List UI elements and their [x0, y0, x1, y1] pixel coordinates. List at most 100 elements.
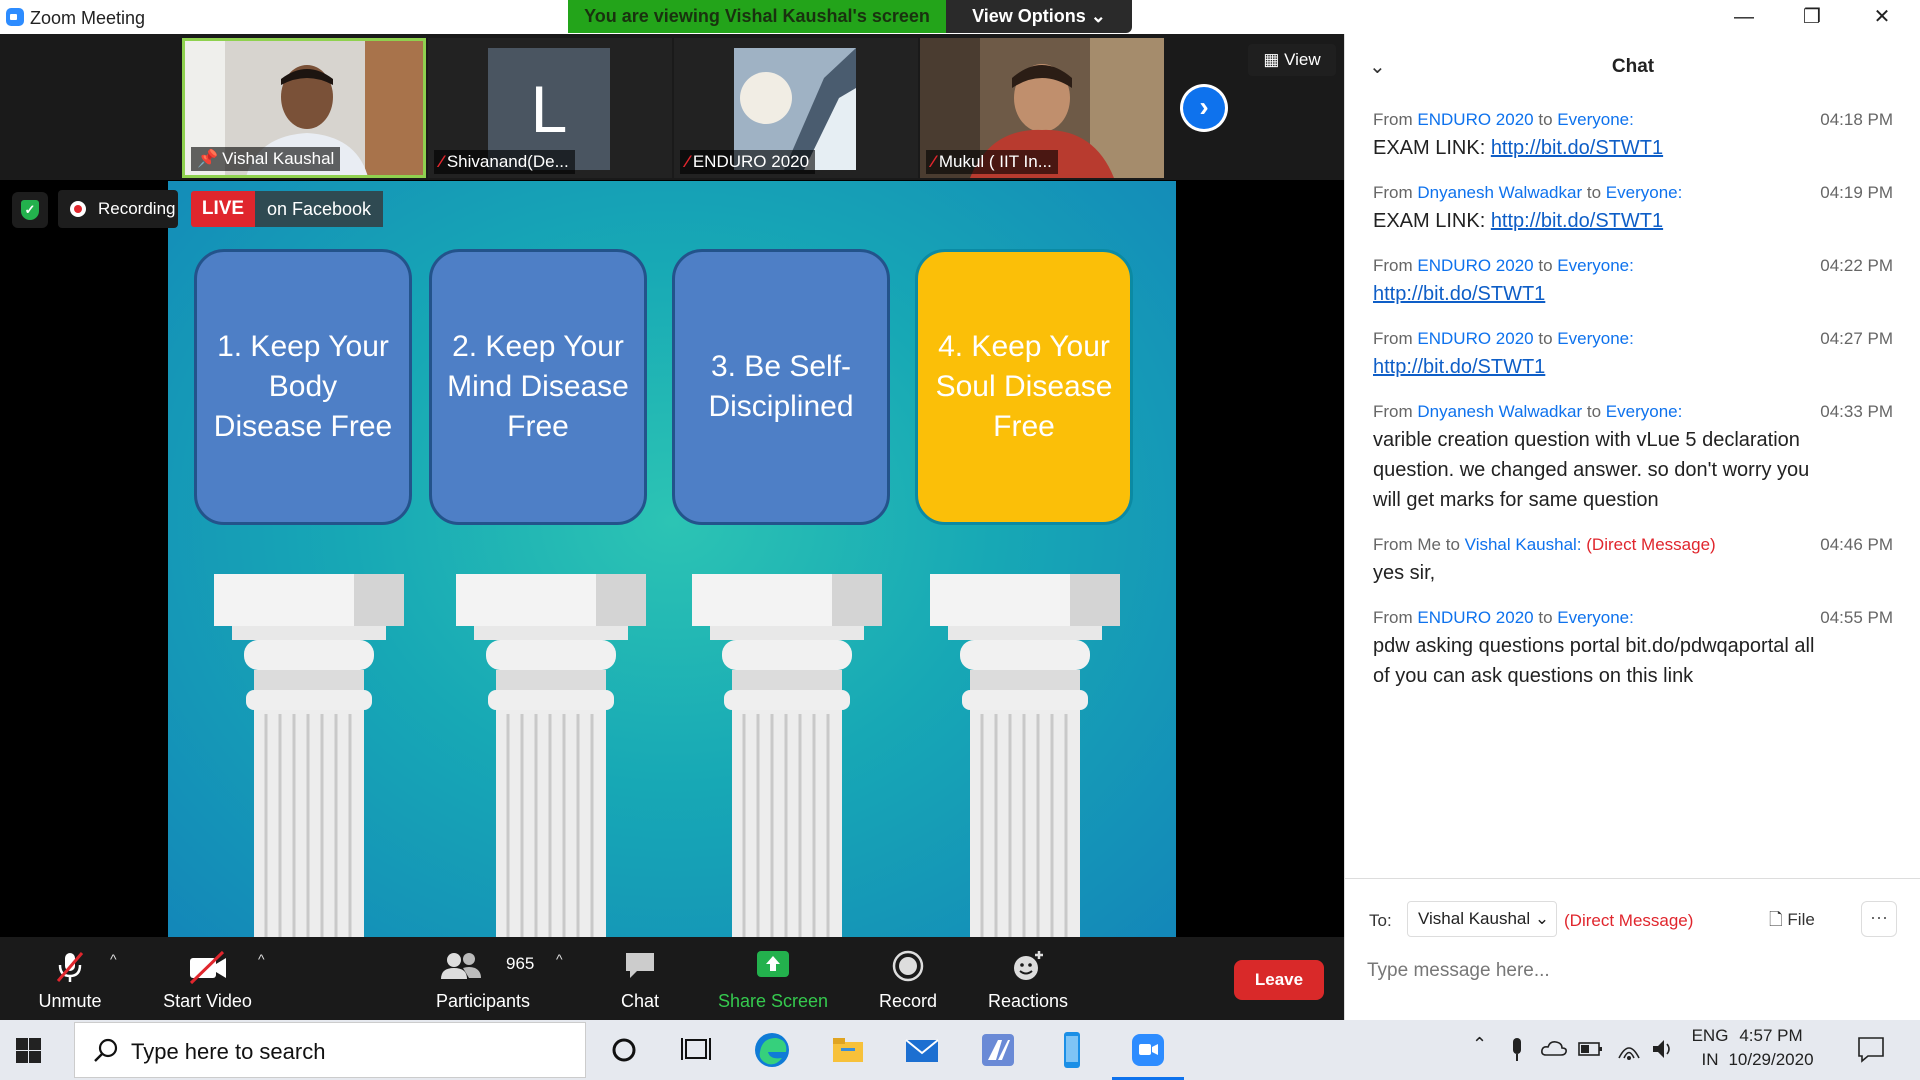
sender-name: Dnyanesh Walwadkar — [1417, 183, 1583, 202]
slide-card: 1. Keep Your Body Disease Free — [194, 249, 412, 525]
recipient-dropdown[interactable]: Vishal Kaushal ⌄ — [1407, 901, 1557, 937]
sender-name: ENDURO 2020 — [1417, 110, 1534, 129]
windows-start-button[interactable] — [14, 1036, 42, 1064]
reactions-icon — [1014, 951, 1043, 980]
message-time: 04:55 PM — [1820, 608, 1893, 627]
participant-name: ⁄ Shivanand(De... — [434, 150, 575, 174]
message-link[interactable]: http://bit.do/STWT1 — [1491, 137, 1663, 159]
video-tile-vishal[interactable]: 📌 Vishal Kaushal — [182, 38, 426, 178]
message-text: pdw asking questions portal bit.do/pdwqa… — [1373, 635, 1815, 687]
message-link[interactable]: http://bit.do/STWT1 — [1373, 356, 1545, 378]
message-text: varible creation question with vLue 5 de… — [1373, 429, 1810, 511]
chat-message: From ENDURO 2020 to Everyone: 04:18 PM EX… — [1373, 107, 1893, 163]
microphone-icon[interactable] — [1506, 1036, 1528, 1064]
edge-browser-icon[interactable] — [748, 1026, 796, 1074]
minimize-button[interactable]: — — [1714, 2, 1774, 32]
chat-panel: ⌄ Chat From ENDURO 2020 to Everyone: 04:1… — [1344, 34, 1920, 1020]
message-time: 04:22 PM — [1820, 256, 1893, 275]
taskbar-clock[interactable]: 4:57 PM 10/29/2020 — [1716, 1024, 1826, 1072]
pin-icon: 📌 — [197, 149, 219, 168]
file-explorer-icon[interactable] — [824, 1026, 872, 1074]
recipient-name: Everyone: — [1557, 329, 1634, 348]
record-button[interactable]: Record — [868, 937, 948, 1020]
phone-app-icon[interactable] — [1048, 1026, 1096, 1074]
reactions-button[interactable]: Reactions — [978, 937, 1078, 1020]
participants-options-caret[interactable]: ^ — [556, 951, 563, 967]
task-view-icon[interactable] — [672, 1026, 720, 1074]
message-time: 04:46 PM — [1820, 535, 1893, 554]
chat-message: From ENDURO 2020 to Everyone: 04:27 PM ht… — [1373, 326, 1893, 382]
show-hidden-icons[interactable]: ⌃ — [1472, 1034, 1487, 1055]
wifi-icon[interactable] — [1616, 1036, 1642, 1062]
slide-card: 4. Keep Your Soul Disease Free — [915, 249, 1133, 525]
chat-button[interactable]: Chat — [600, 937, 680, 1020]
live-platform-label[interactable]: on Facebook — [255, 191, 383, 227]
chevron-right-icon: › — [1199, 91, 1209, 122]
live-badge[interactable]: LIVE — [191, 191, 255, 227]
video-strip: 📌 Vishal Kaushal L ⁄ Shivanand(De... ⁄ ENDU… — [0, 34, 1344, 180]
slide-card: 3. Be Self-Disciplined — [672, 249, 890, 525]
leave-button[interactable]: Leave — [1234, 960, 1324, 1000]
video-tile-mukul[interactable]: ⁄ Mukul ( IIT In... — [920, 38, 1164, 178]
cortana-icon[interactable] — [600, 1026, 648, 1074]
chat-message: From ENDURO 2020 to Everyone: 04:55 PM pd… — [1373, 605, 1893, 691]
windows-taskbar: Type here to search ⌃ ENG IN 4:57 PM 10/29… — [0, 1020, 1920, 1080]
chat-compose: To: Vishal Kaushal ⌄ (Direct Message) 🗋 … — [1345, 878, 1920, 1020]
viewing-screen-banner: You are viewing Vishal Kaushal's screen — [568, 0, 946, 33]
zoom-app-icon — [6, 8, 24, 26]
share-screen-button[interactable]: Share Screen — [710, 937, 836, 1020]
chat-message: From Dnyanesh Walwadkar to Everyone: 04:3… — [1373, 399, 1893, 515]
muted-mic-icon: ⁄ — [932, 152, 935, 171]
chevron-down-icon: ⌄ — [1534, 909, 1550, 928]
next-page-button[interactable]: › — [1180, 84, 1228, 132]
video-options-caret[interactable]: ^ — [258, 951, 265, 967]
recipient-name: Everyone: — [1605, 402, 1683, 421]
recipient-name: Everyone: — [1557, 608, 1634, 627]
direct-message-label: (Direct Message) — [1586, 535, 1716, 554]
direct-message-label: (Direct Message) — [1564, 911, 1694, 930]
volume-icon[interactable] — [1650, 1036, 1676, 1062]
participant-name: 📌 Vishal Kaushal — [191, 147, 341, 171]
taskbar-search[interactable]: Type here to search — [74, 1022, 586, 1078]
maximize-button[interactable]: ❐ — [1782, 2, 1842, 32]
search-icon — [94, 1038, 118, 1062]
powerapps-icon[interactable] — [974, 1026, 1022, 1074]
view-layout-button[interactable]: ▦ View — [1248, 44, 1336, 76]
shared-slide: 1. Keep Your Body Disease Free 2. Keep Y… — [168, 181, 1176, 937]
security-shield-icon[interactable]: ✓ — [12, 192, 48, 228]
start-video-button[interactable]: Start Video — [150, 937, 265, 1020]
chat-message: From ENDURO 2020 to Everyone: 04:22 PM ht… — [1373, 253, 1893, 309]
mail-icon[interactable] — [898, 1026, 946, 1074]
chat-messages: From ENDURO 2020 to Everyone: 04:18 PM EX… — [1373, 107, 1893, 708]
unmute-button[interactable]: Unmute — [20, 937, 120, 1020]
notifications-icon[interactable] — [1856, 1034, 1886, 1064]
chat-message-input[interactable] — [1367, 951, 1897, 991]
more-options-button[interactable]: ··· — [1861, 901, 1897, 937]
participants-icon — [441, 953, 481, 979]
video-tile-enduro[interactable]: ⁄ ENDURO 2020 — [674, 38, 918, 178]
recipient-name: Vishal Kaushal: — [1464, 535, 1582, 554]
video-tile-shivanand[interactable]: L ⁄ Shivanand(De... — [428, 38, 672, 178]
message-link[interactable]: http://bit.do/STWT1 — [1373, 283, 1545, 305]
record-icon — [892, 950, 924, 982]
audio-options-caret[interactable]: ^ — [110, 951, 117, 967]
close-button[interactable]: ✕ — [1852, 2, 1912, 32]
message-time: 04:19 PM — [1820, 183, 1893, 202]
pillar-image — [930, 574, 1120, 937]
zoom-taskbar-icon[interactable] — [1112, 1026, 1184, 1080]
chat-title: Chat — [1611, 56, 1655, 77]
participant-name: ⁄ Mukul ( IIT In... — [926, 150, 1058, 174]
sender-name: ENDURO 2020 — [1417, 256, 1534, 275]
grid-icon: ▦ — [1263, 50, 1285, 69]
sender-name: ENDURO 2020 — [1417, 329, 1534, 348]
battery-icon[interactable] — [1578, 1040, 1604, 1058]
message-link[interactable]: http://bit.do/STWT1 — [1491, 210, 1663, 232]
recipient-name: Everyone: — [1605, 183, 1683, 202]
participants-button[interactable]: 965 Participants — [428, 937, 538, 1020]
onedrive-icon[interactable] — [1540, 1038, 1568, 1058]
view-options-button[interactable]: View Options ⌄ — [946, 0, 1132, 33]
muted-mic-icon: ⁄ — [440, 152, 443, 171]
meeting-toolbar: Unmute ^ Start Video ^ 965 Participants … — [0, 937, 1344, 1020]
file-button[interactable]: 🗋 File — [1769, 903, 1815, 937]
recording-indicator[interactable]: Recording — [58, 190, 178, 228]
